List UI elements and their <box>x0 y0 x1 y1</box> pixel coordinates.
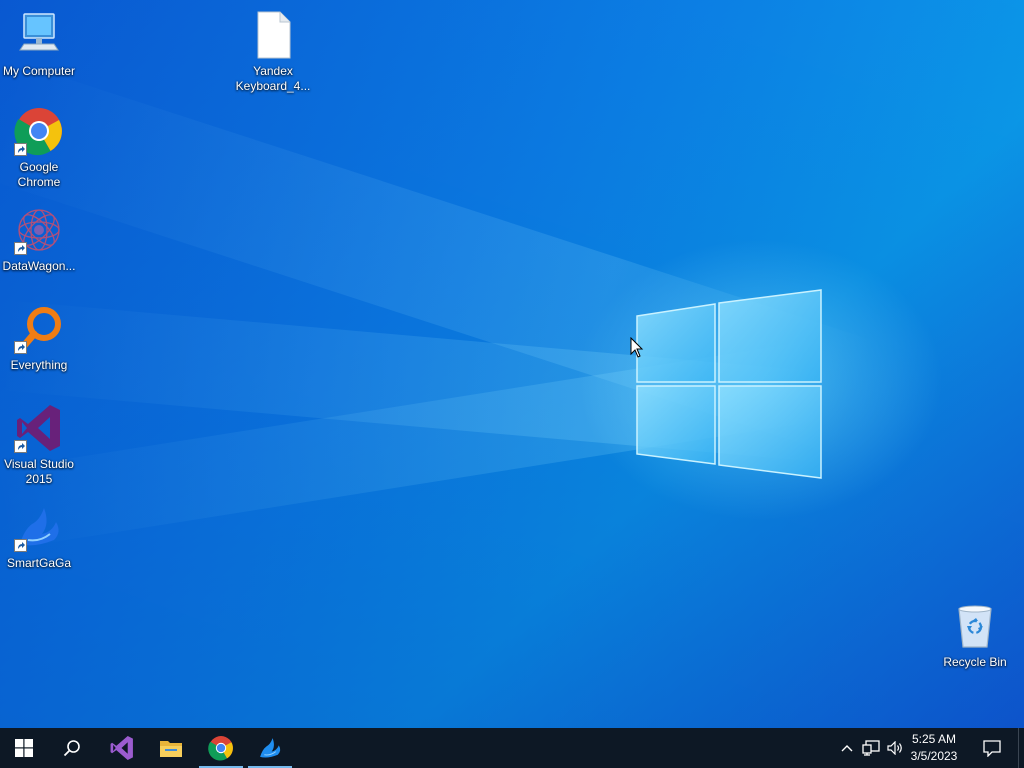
desktop-icon-my-computer[interactable]: My Computer <box>0 10 78 79</box>
shortcut-arrow-icon <box>14 440 27 453</box>
desktop-icon-label: My Computer <box>2 64 76 78</box>
desktop-icon-label: Yandex Keyboard_4... <box>235 64 311 93</box>
mouse-cursor-icon <box>630 337 644 358</box>
smartgaga-icon <box>260 738 281 758</box>
taskbar-file-explorer-button[interactable] <box>147 728 195 768</box>
taskbar: 5:25 AM 3/5/2023 <box>0 728 1024 768</box>
desktop-icon-visual-studio-2015[interactable]: Visual Studio 2015 <box>0 403 78 487</box>
taskbar-clock[interactable]: 5:25 AM 3/5/2023 <box>902 731 966 765</box>
computer-icon <box>19 13 59 51</box>
visual-studio-icon <box>110 736 133 760</box>
file-icon <box>257 11 291 59</box>
network-tray-button[interactable] <box>859 728 883 768</box>
show-hidden-icons-button[interactable] <box>836 728 858 768</box>
search-icon <box>63 740 80 757</box>
desktop[interactable]: My Computer Google Chrome DataWagon... E… <box>0 0 1024 728</box>
shortcut-arrow-icon <box>14 143 27 156</box>
start-button[interactable] <box>0 728 48 768</box>
taskbar-smartgaga-button[interactable] <box>246 728 294 768</box>
desktop-icon-yandex-keyboard-file[interactable]: Yandex Keyboard_4... <box>234 10 312 94</box>
desktop-icon-everything[interactable]: Everything <box>0 304 78 373</box>
desktop-icon-label: SmartGaGa <box>6 556 72 570</box>
desktop-icon-google-chrome[interactable]: Google Chrome <box>0 106 78 190</box>
action-center-icon <box>983 739 1001 757</box>
recycle-bin-icon <box>958 605 992 648</box>
volume-icon <box>886 741 902 755</box>
desktop-icon-label: DataWagon... <box>2 259 76 273</box>
clock-date: 3/5/2023 <box>910 749 958 763</box>
action-center-button[interactable] <box>978 728 1006 768</box>
network-icon <box>862 740 880 756</box>
desktop-icon-label: Visual Studio 2015 <box>4 457 74 486</box>
desktop-icon-datawagon[interactable]: DataWagon... <box>0 205 78 274</box>
windows-start-icon <box>15 739 33 757</box>
file-explorer-icon <box>160 741 182 757</box>
taskbar-visual-studio-button[interactable] <box>98 728 146 768</box>
desktop-icon-label: Google Chrome <box>17 160 61 189</box>
clock-time: 5:25 AM <box>911 732 957 746</box>
shortcut-arrow-icon <box>14 242 27 255</box>
show-desktop-button[interactable] <box>1018 728 1024 768</box>
search-button[interactable] <box>48 728 96 768</box>
desktop-icon-smartgaga[interactable]: SmartGaGa <box>0 502 78 571</box>
windows-logo-wallpaper-icon <box>636 289 822 479</box>
shortcut-arrow-icon <box>14 539 27 552</box>
show-hidden-icons-icon <box>841 745 853 752</box>
taskbar-chrome-button[interactable] <box>197 728 245 768</box>
chrome-icon <box>208 736 233 761</box>
desktop-icon-label: Recycle Bin <box>943 655 1007 669</box>
shortcut-arrow-icon <box>14 341 27 354</box>
desktop-icon-label: Everything <box>10 358 68 372</box>
desktop-icon-recycle-bin[interactable]: Recycle Bin <box>936 601 1014 670</box>
